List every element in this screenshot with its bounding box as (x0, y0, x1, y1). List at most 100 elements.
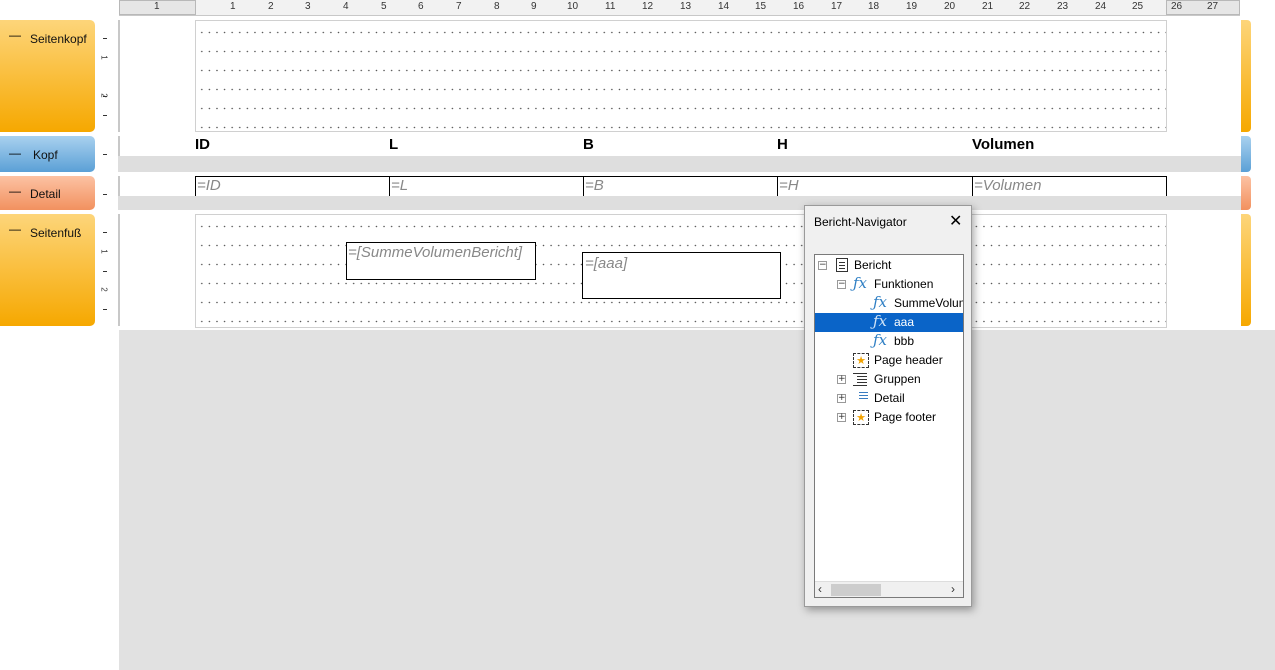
collapse-icon[interactable]: — (9, 222, 21, 236)
workspace-background (119, 330, 1275, 670)
ruler-number: 3 (305, 1, 311, 12)
ruler-number: 1 (154, 1, 160, 12)
function-icon: ƒx (873, 312, 888, 330)
report-navigator-window[interactable]: Bericht-Navigator ✕ − Bericht − ƒx Funkt… (804, 205, 972, 607)
tree-item-report[interactable]: Bericht (854, 256, 891, 274)
field-expression: =[SummeVolumenBericht] (348, 244, 523, 261)
page-header-canvas[interactable] (195, 20, 1167, 132)
function-icon: ƒx (873, 331, 888, 349)
vertical-ruler: 1 2 (98, 20, 118, 132)
detail-section-grow-area (118, 196, 1241, 210)
function-icon: ƒx (873, 293, 888, 311)
column-header-l[interactable]: L (389, 136, 398, 153)
column-header-id[interactable]: ID (195, 136, 210, 153)
ruler-number: 26 (1171, 1, 1183, 12)
detail-field-b[interactable]: =B (583, 176, 777, 196)
ruler-number: 14 (718, 1, 730, 12)
tree-item-page-footer[interactable]: Page footer (874, 408, 936, 426)
header-section-grow-area (118, 156, 1241, 172)
section-tab-page-footer[interactable]: — Seitenfuß (0, 214, 95, 326)
tree-item-page-header[interactable]: Page header (874, 351, 943, 369)
scroll-right-icon[interactable]: › (951, 582, 955, 596)
section-label: Kopf (33, 148, 58, 162)
section-handle-page-header[interactable] (1241, 20, 1251, 132)
ruler-number: 17 (831, 1, 843, 12)
page-footer-icon: ★ (853, 410, 869, 425)
section-handle-detail[interactable] (1241, 176, 1251, 210)
ruler-number: 7 (456, 1, 462, 12)
detail-field-id[interactable]: =ID (195, 176, 389, 196)
ruler-number: 24 (1095, 1, 1107, 12)
tree-selection-highlight (815, 313, 963, 332)
navigator-tree[interactable]: − Bericht − ƒx Funktionen ƒx SummeVolume… (814, 254, 964, 598)
function-icon: ƒx (853, 274, 868, 292)
column-header-volumen[interactable]: Volumen (972, 136, 1034, 153)
ruler-number: 22 (1019, 1, 1031, 12)
ruler-number: 20 (944, 1, 956, 12)
scrollbar-thumb[interactable] (831, 584, 881, 596)
vruler-number: 1 (99, 55, 109, 60)
ruler-number: 8 (494, 1, 500, 12)
vruler-number: 2 (99, 93, 109, 98)
header-section[interactable] (118, 136, 1241, 156)
ruler-number: 2 (268, 1, 274, 12)
horizontal-ruler: 1 1 2 3 4 5 6 7 8 9 10 11 12 13 14 15 16… (119, 0, 1240, 16)
field-expression: =Volumen (974, 177, 1042, 194)
ruler-number: 11 (605, 1, 616, 12)
section-tab-page-header[interactable]: — Seitenkopf (0, 20, 95, 132)
ruler-number: 15 (755, 1, 767, 12)
navigator-title: Bericht-Navigator (814, 215, 907, 229)
ruler-number: 21 (982, 1, 994, 12)
expand-icon[interactable]: + (837, 375, 846, 384)
page-header-icon: ★ (853, 353, 869, 368)
groups-icon (853, 372, 869, 386)
ruler-number: 6 (418, 1, 424, 12)
ruler-number: 27 (1207, 1, 1219, 12)
detail-field-volumen[interactable]: =Volumen (972, 176, 1167, 196)
aaa-field[interactable]: =[aaa] (582, 252, 781, 299)
horizontal-scrollbar[interactable]: ‹ › (815, 581, 963, 597)
ruler-number: 9 (531, 1, 537, 12)
detail-field-h[interactable]: =H (777, 176, 972, 196)
field-expression: =H (779, 177, 799, 194)
report-icon (836, 258, 848, 272)
ruler-number: 16 (793, 1, 805, 12)
section-tab-header[interactable]: — Kopf (0, 136, 95, 172)
scroll-left-icon[interactable]: ‹ (818, 582, 822, 596)
sum-volume-field[interactable]: =[SummeVolumenBericht] (346, 242, 536, 280)
expand-icon[interactable]: + (837, 394, 846, 403)
tree-item-groups[interactable]: Gruppen (874, 370, 921, 388)
detail-icon (859, 391, 869, 401)
section-handle-page-footer[interactable] (1241, 214, 1251, 326)
section-label: Detail (30, 187, 61, 201)
ruler-number: 18 (868, 1, 880, 12)
collapse-icon[interactable]: — (9, 184, 21, 198)
close-icon[interactable]: ✕ (949, 211, 962, 231)
ruler-number: 23 (1057, 1, 1069, 12)
tree-item-bbb[interactable]: bbb (894, 332, 914, 350)
ruler-number: 1 (230, 1, 236, 12)
section-label: Seitenkopf (30, 32, 87, 46)
expand-icon[interactable]: + (837, 413, 846, 422)
column-header-h[interactable]: H (777, 136, 788, 153)
column-header-b[interactable]: B (583, 136, 594, 153)
collapse-icon[interactable]: — (9, 146, 21, 160)
collapse-icon[interactable]: − (837, 280, 846, 289)
ruler-number: 5 (381, 1, 387, 12)
tree-item-aaa[interactable]: aaa (894, 313, 914, 331)
section-tab-detail[interactable]: — Detail (0, 176, 95, 210)
section-label: Seitenfuß (30, 226, 82, 240)
ruler-number: 13 (680, 1, 692, 12)
ruler-number: 25 (1132, 1, 1144, 12)
tree-item-detail[interactable]: Detail (874, 389, 905, 407)
tree-item-sum-volume[interactable]: SummeVolumenBericht (894, 294, 963, 312)
field-expression: =ID (197, 177, 221, 194)
collapse-icon[interactable]: — (9, 28, 21, 42)
field-expression: =B (585, 177, 604, 194)
field-expression: =[aaa] (585, 255, 628, 272)
section-handle-header[interactable] (1241, 136, 1251, 172)
detail-field-l[interactable]: =L (389, 176, 583, 196)
tree-item-functions[interactable]: Funktionen (874, 275, 933, 293)
collapse-icon[interactable]: − (818, 261, 827, 270)
vruler-number: 2 (99, 287, 109, 292)
